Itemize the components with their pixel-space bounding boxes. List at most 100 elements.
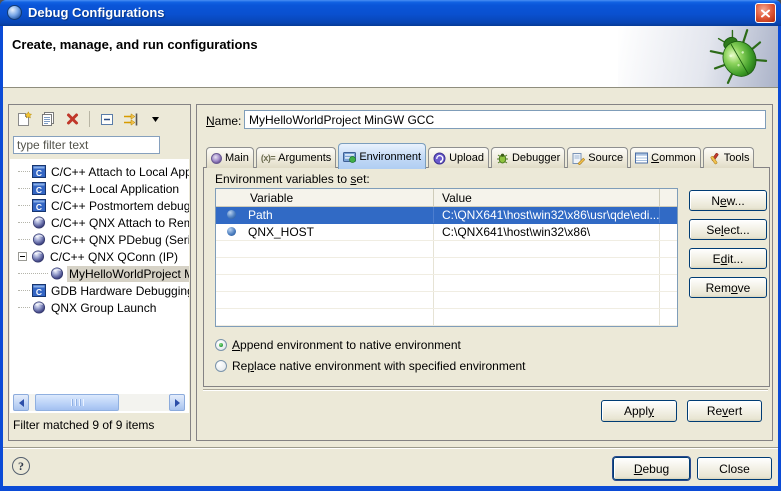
tab-arguments[interactable]: (x)=Arguments bbox=[256, 147, 336, 168]
filter-menu-button[interactable] bbox=[145, 109, 166, 130]
column-header-value[interactable]: Value bbox=[434, 189, 660, 206]
new-configuration-button[interactable] bbox=[14, 109, 35, 130]
tab-label: Tools bbox=[724, 152, 750, 164]
debug-configurations-dialog: Debug Configurations Create, manage, and… bbox=[0, 0, 781, 491]
config-tree: CC/C++ Attach to Local AppCC/C++ Local A… bbox=[10, 163, 189, 316]
help-button[interactable]: ? bbox=[12, 457, 30, 475]
tree-connector bbox=[18, 188, 30, 189]
c-app-icon: C bbox=[31, 182, 46, 195]
value-cell: C:\QNX641\host\win32\x86\ bbox=[434, 224, 660, 240]
scrollbar-track[interactable] bbox=[29, 394, 169, 411]
tab-tools[interactable]: Tools bbox=[703, 147, 755, 168]
tab-debugger[interactable]: Debugger bbox=[491, 147, 565, 168]
tab-common[interactable]: Common bbox=[630, 147, 701, 168]
radio-append-environment[interactable]: Append environment to native environment bbox=[215, 338, 461, 352]
tree-item[interactable]: C/C++ QNX QConn (IP) bbox=[10, 248, 189, 265]
table-body: PathC:\QNX641\host\win32\x86\usr\qde\edi… bbox=[216, 207, 677, 326]
tree-item[interactable]: CGDB Hardware Debugging bbox=[10, 282, 189, 299]
duplicate-configuration-button[interactable] bbox=[38, 109, 59, 130]
tree-connector bbox=[18, 205, 30, 206]
main-tab-icon bbox=[211, 153, 222, 164]
name-input[interactable] bbox=[244, 110, 766, 129]
toolbar-separator bbox=[89, 111, 90, 127]
window-icon[interactable] bbox=[7, 5, 22, 20]
tree-connector bbox=[18, 171, 30, 172]
radio-replace-environment[interactable]: Replace native environment with specifie… bbox=[215, 359, 526, 373]
env-var-row[interactable]: PathC:\QNX641\host\win32\x86\usr\qde\edi… bbox=[216, 207, 677, 224]
tools-tab-icon bbox=[708, 152, 721, 165]
dialog-content: Create, manage, and run configurations bbox=[3, 26, 778, 486]
c-app-icon: C bbox=[31, 165, 46, 178]
tab-main[interactable]: Main bbox=[206, 147, 254, 168]
empty-table-row bbox=[216, 258, 677, 275]
empty-table-row bbox=[216, 275, 677, 292]
radio-button-icon bbox=[215, 339, 227, 351]
column-header-variable[interactable]: Variable bbox=[216, 189, 434, 206]
tree-item[interactable]: C/C++ QNX Attach to Rem bbox=[10, 214, 189, 231]
svg-text:C: C bbox=[35, 202, 41, 212]
arguments-tab-icon: (x)= bbox=[261, 154, 275, 163]
tree-item[interactable]: C/C++ QNX PDebug (Serial bbox=[10, 231, 189, 248]
filter-input[interactable] bbox=[13, 136, 160, 154]
collapse-all-icon bbox=[99, 112, 115, 127]
tree-horizontal-scrollbar[interactable] bbox=[13, 394, 185, 411]
left-arrow-icon bbox=[15, 399, 24, 407]
titlebar: Debug Configurations bbox=[0, 0, 781, 26]
edit-variable-button[interactable]: Edit... bbox=[689, 248, 767, 269]
tab-label: Environment bbox=[359, 151, 421, 163]
tree-expander-minus-icon[interactable] bbox=[18, 252, 27, 261]
new-config-icon bbox=[16, 111, 33, 127]
tab-source[interactable]: Source bbox=[567, 147, 628, 168]
empty-table-row bbox=[216, 292, 677, 309]
env-var-row[interactable]: QNX_HOSTC:\QNX641\host\win32\x86\ bbox=[216, 224, 677, 241]
tree-item-label: C/C++ QNX Attach to Rem bbox=[49, 215, 189, 231]
filter-status-text: Filter matched 9 of 9 items bbox=[13, 418, 154, 432]
common-tab-icon bbox=[635, 152, 648, 164]
tab-label: Debugger bbox=[512, 152, 560, 164]
filler-cell bbox=[660, 207, 677, 223]
delete-configuration-button[interactable] bbox=[62, 109, 83, 130]
tree-item-label: C/C++ Local Application bbox=[49, 181, 181, 197]
tab-label: Common bbox=[651, 152, 696, 164]
tree-item-label: QNX Group Launch bbox=[49, 300, 158, 316]
select-variable-button[interactable]: Select... bbox=[689, 219, 767, 240]
tab-label: Upload bbox=[449, 152, 484, 164]
radio-button-icon bbox=[215, 360, 227, 372]
apply-button[interactable]: Apply bbox=[601, 400, 677, 422]
tree-item[interactable]: CC/C++ Postmortem debugg bbox=[10, 197, 189, 214]
filter-config-icon bbox=[122, 112, 140, 127]
tree-item[interactable]: QNX Group Launch bbox=[10, 299, 189, 316]
revert-button[interactable]: Revert bbox=[687, 400, 762, 422]
environment-tab-content: Environment variables to set: VariableVa… bbox=[203, 167, 770, 387]
c-app-icon: C bbox=[31, 199, 46, 212]
radio-label: Append environment to native environment bbox=[232, 338, 461, 352]
scrollbar-thumb[interactable] bbox=[35, 394, 119, 411]
tree-item[interactable]: MyHelloWorldProject Mi bbox=[10, 265, 189, 282]
filter-configurations-button[interactable] bbox=[120, 109, 142, 130]
new-variable-button[interactable]: New... bbox=[689, 190, 767, 211]
upload-tab-icon bbox=[433, 152, 446, 165]
scroll-right-button[interactable] bbox=[169, 394, 185, 411]
tree-item[interactable]: CC/C++ Local Application bbox=[10, 180, 189, 197]
window-close-button[interactable] bbox=[755, 3, 776, 23]
tree-item-label: GDB Hardware Debugging bbox=[49, 283, 189, 299]
source-tab-icon bbox=[572, 152, 585, 165]
tab-upload[interactable]: Upload bbox=[428, 147, 489, 168]
env-variables-label: Environment variables to set: bbox=[215, 172, 370, 186]
collapse-all-button[interactable] bbox=[96, 109, 117, 130]
tree-item[interactable]: CC/C++ Attach to Local App bbox=[10, 163, 189, 180]
close-button[interactable]: Close bbox=[697, 457, 772, 480]
beetle-image bbox=[708, 28, 770, 86]
svg-text:C: C bbox=[35, 168, 41, 178]
scroll-left-button[interactable] bbox=[13, 394, 29, 411]
page-title: Create, manage, and run configurations bbox=[12, 37, 258, 52]
empty-table-row bbox=[216, 241, 677, 258]
remove-variable-button[interactable]: Remove bbox=[689, 277, 767, 298]
tab-environment[interactable]: Environment bbox=[338, 143, 426, 169]
tab-label: Arguments bbox=[278, 152, 331, 164]
configurations-toolbar bbox=[11, 107, 166, 131]
tree-connector bbox=[18, 290, 30, 291]
debug-button[interactable]: Debug bbox=[613, 457, 690, 480]
tab-bar: Main(x)=ArgumentsEnvironmentUploadDebugg… bbox=[206, 142, 756, 168]
tree-connector bbox=[18, 222, 30, 223]
